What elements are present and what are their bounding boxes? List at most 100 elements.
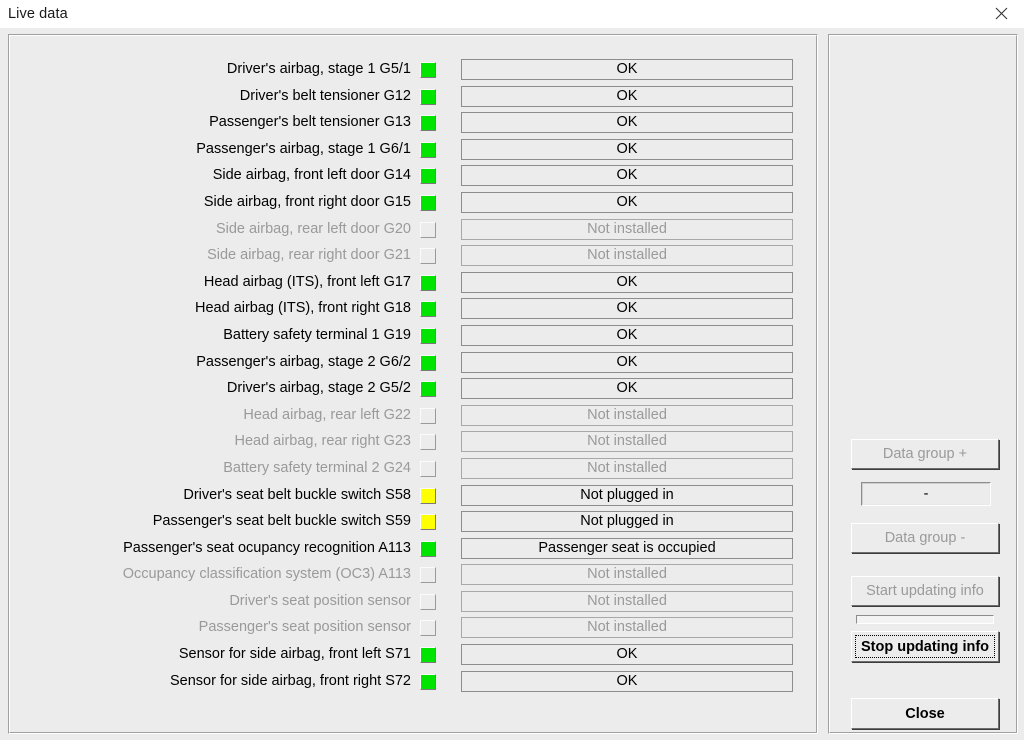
status-indicator-off [420, 248, 436, 265]
status-indicator-yellow [420, 514, 436, 531]
table-row: Passenger's airbag, stage 1 G6/1 OK [9, 138, 817, 166]
table-row: Passenger's seat belt buckle switch S59 N… [9, 511, 817, 538]
row-value: OK [461, 191, 793, 213]
status-indicator-off [420, 434, 436, 451]
table-row: Driver's seat position sensor Not install… [9, 590, 817, 618]
table-row: Side airbag, front right door G15 OK [9, 191, 817, 219]
table-row: Head airbag (ITS), front right G18 OK [9, 298, 817, 325]
row-value: Passenger seat is occupied [461, 537, 793, 559]
table-row: Occupancy classification system (OC3) A1… [9, 564, 817, 591]
row-label: Side airbag, front right door G15 [203, 193, 411, 210]
row-value: Not installed [461, 564, 793, 586]
updating-progress-bar [856, 615, 994, 624]
row-value: OK [461, 644, 793, 666]
status-indicator-green [420, 540, 436, 557]
table-row: Driver's seat belt buckle switch S58 Not … [9, 484, 817, 512]
status-indicator-green [420, 327, 436, 344]
table-row: Passenger's belt tensioner G13 OK [9, 112, 817, 139]
stop-updating-info-button[interactable]: Stop updating info [851, 631, 999, 662]
close-icon[interactable] [978, 0, 1024, 27]
data-group-value-field[interactable]: - [861, 482, 991, 506]
status-indicator-off [420, 593, 436, 610]
data-group-plus-button[interactable]: Data group + [851, 439, 999, 469]
row-value: OK [461, 85, 793, 107]
status-indicator-green [420, 381, 436, 398]
row-label: Sensor for side airbag, front left S71 [178, 646, 411, 663]
start-updating-info-button[interactable]: Start updating info [851, 576, 999, 606]
close-button[interactable]: Close [851, 698, 999, 729]
status-indicator-green [420, 647, 436, 664]
table-row: Battery safety terminal 2 G24 Not install… [9, 457, 817, 485]
status-indicator-green [420, 274, 436, 291]
table-row: Side airbag, front left door G14 OK [9, 165, 817, 192]
row-label: Passenger's seat ocupancy recognition A1… [123, 539, 411, 556]
status-indicator-green [420, 141, 436, 158]
row-label: Driver's airbag, stage 1 G5/1 [226, 61, 411, 77]
table-row: Battery safety terminal 1 G19 OK [9, 324, 817, 352]
status-indicator-off [420, 567, 436, 584]
row-label: Side airbag, front left door G14 [212, 167, 411, 184]
table-row: Head airbag, rear left G22 Not installed [9, 404, 817, 432]
status-indicator-off [420, 460, 436, 477]
row-value: Not installed [461, 590, 793, 612]
row-value: OK [461, 324, 793, 346]
row-label: Driver's seat belt buckle switch S58 [183, 486, 411, 503]
table-row: Head airbag, rear right G23 Not installed [9, 431, 817, 458]
status-indicator-green [420, 62, 436, 78]
row-value: OK [461, 670, 793, 692]
status-indicator-yellow [420, 487, 436, 504]
status-indicator-green [420, 115, 436, 132]
controls-group-inner [829, 35, 1017, 733]
table-row: Side airbag, rear left door G20 Not insta… [9, 218, 817, 246]
row-value: OK [461, 271, 793, 293]
window-title: Live data [8, 6, 68, 22]
row-value: Not installed [461, 457, 793, 479]
row-value: Not installed [461, 617, 793, 639]
row-label: Head airbag, rear right G23 [234, 433, 411, 450]
data-group-value-text: - [923, 486, 929, 502]
row-label: Passenger's seat position sensor [198, 619, 411, 636]
controls-group: Data group + - Data group - Start updati… [828, 34, 1018, 734]
row-label: Head airbag (ITS), front right G18 [195, 300, 411, 317]
status-indicator-off [420, 620, 436, 637]
status-indicator-green [420, 168, 436, 185]
table-row: Sensor for side airbag, front right S72 O… [9, 670, 817, 698]
row-label: Driver's belt tensioner G12 [239, 87, 411, 104]
table-row: Driver's airbag, stage 1 G5/1 OK [9, 59, 817, 86]
row-label: Sensor for side airbag, front right S72 [170, 672, 411, 689]
row-label: Driver's seat position sensor [229, 592, 411, 609]
row-label: Battery safety terminal 2 G24 [223, 459, 411, 476]
status-indicator-green [420, 354, 436, 371]
table-row: Passenger's seat position sensor Not inst… [9, 617, 817, 644]
window-titlebar: Live data [0, 0, 1024, 29]
row-value: OK [461, 59, 793, 80]
row-value: Not installed [461, 218, 793, 240]
row-label: Side airbag, rear left door G20 [215, 220, 411, 237]
window-client-area: Driver's airbag, stage 1 G5/1 OK Driver's … [0, 28, 1024, 740]
row-label: Head airbag, rear left G22 [243, 406, 411, 423]
row-value: OK [461, 378, 793, 400]
row-value: Not installed [461, 431, 793, 453]
status-indicator-green [420, 194, 436, 211]
stop-updating-info-label: Stop updating info [860, 638, 990, 655]
table-row: Sensor for side airbag, front left S71 OK [9, 644, 817, 671]
row-label: Passenger's airbag, stage 2 G6/2 [196, 353, 411, 370]
row-value: OK [461, 351, 793, 373]
row-label: Occupancy classification system (OC3) A1… [122, 566, 411, 583]
data-group-minus-button[interactable]: Data group - [851, 523, 999, 553]
table-row: Side airbag, rear right door G21 Not inst… [9, 245, 817, 272]
status-indicator-green [420, 88, 436, 105]
status-indicator-off [420, 407, 436, 424]
status-indicator-green [420, 673, 436, 690]
status-indicator-off [420, 221, 436, 238]
row-label: Battery safety terminal 1 G19 [223, 326, 411, 343]
row-value: OK [461, 138, 793, 160]
table-row: Driver's belt tensioner G12 OK [9, 85, 817, 113]
live-data-rows: Driver's airbag, stage 1 G5/1 OK Driver's … [9, 59, 817, 697]
row-label: Passenger's seat belt buckle switch S59 [152, 513, 411, 530]
row-value: Not installed [461, 245, 793, 267]
row-label: Passenger's belt tensioner G13 [209, 114, 411, 131]
row-value: OK [461, 112, 793, 134]
table-row: Driver's airbag, stage 2 G5/2 OK [9, 378, 817, 405]
row-label: Side airbag, rear right door G21 [207, 247, 411, 264]
